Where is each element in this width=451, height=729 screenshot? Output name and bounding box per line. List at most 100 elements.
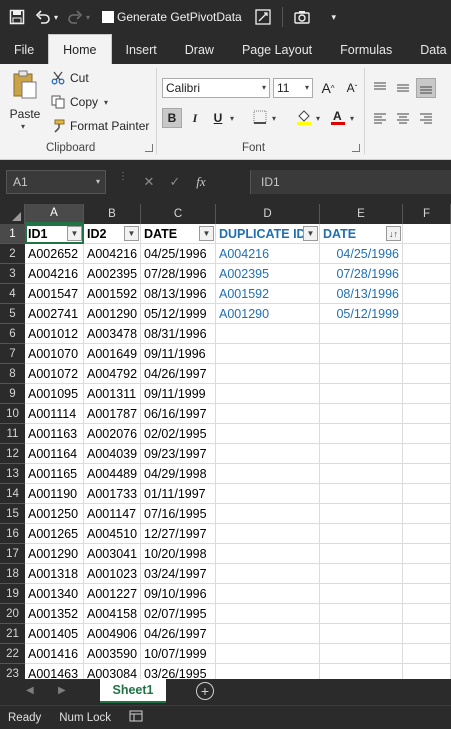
row-header[interactable]: 13 [0, 464, 25, 484]
cell-b[interactable]: A001649 [84, 344, 141, 364]
row-header[interactable]: 7 [0, 344, 25, 364]
cell-d[interactable] [216, 644, 320, 664]
tab-file[interactable]: File [0, 36, 48, 64]
cell-f[interactable] [403, 644, 451, 664]
row-header[interactable]: 5 [0, 304, 25, 324]
filter-dropdown-icon[interactable]: ▼ [124, 226, 139, 241]
cell-e[interactable] [320, 484, 403, 504]
cell-c[interactable]: 12/27/1997 [141, 524, 216, 544]
cell-a[interactable]: A001012 [25, 324, 84, 344]
cell-f[interactable] [403, 604, 451, 624]
cell-e[interactable] [320, 364, 403, 384]
cell-a[interactable]: A001290 [25, 544, 84, 564]
cell-f[interactable] [403, 364, 451, 384]
row-header[interactable]: 3 [0, 264, 25, 284]
cell-e[interactable] [320, 544, 403, 564]
row-header[interactable]: 18 [0, 564, 25, 584]
row-header[interactable]: 12 [0, 444, 25, 464]
cell-e[interactable] [320, 524, 403, 544]
column-header-f[interactable]: F [403, 204, 451, 224]
cell-e[interactable] [320, 384, 403, 404]
sheet-tab-sheet1[interactable]: Sheet1 [100, 679, 166, 703]
increase-font-size-button[interactable]: A ^ [318, 78, 338, 98]
cell-f[interactable] [403, 624, 451, 644]
cell-f[interactable] [403, 304, 451, 324]
generate-getpivotdata-checkbox[interactable] [102, 11, 114, 23]
cell-f[interactable] [403, 504, 451, 524]
undo-icon[interactable] [34, 6, 52, 28]
formula-input[interactable]: ID1 [250, 170, 451, 194]
scroll-sheets-right-icon[interactable]: ▶ [58, 685, 66, 696]
cell-a[interactable]: A001547 [25, 284, 84, 304]
cell-d[interactable] [216, 484, 320, 504]
cell-d[interactable] [216, 444, 320, 464]
row-header[interactable]: 17 [0, 544, 25, 564]
cell-a[interactable]: A001072 [25, 364, 84, 384]
cell-e1[interactable]: DATE ↓↑ [320, 224, 403, 244]
cell-f[interactable] [403, 544, 451, 564]
cell-d[interactable]: A002395 [216, 264, 320, 284]
cell-d[interactable] [216, 544, 320, 564]
cut-button[interactable]: Cut [50, 70, 89, 86]
cell-c[interactable]: 10/07/1999 [141, 644, 216, 664]
cell-b[interactable]: A003590 [84, 644, 141, 664]
cell-f[interactable] [403, 324, 451, 344]
cell-b[interactable]: A001290 [84, 304, 141, 324]
underline-button[interactable]: U [208, 108, 228, 128]
cell-e[interactable]: 05/12/1999 [320, 304, 403, 324]
cell-d[interactable] [216, 664, 320, 679]
column-header-d[interactable]: D [216, 204, 320, 224]
cell-d[interactable] [216, 404, 320, 424]
copy-button[interactable]: Copy ▾ [50, 94, 108, 110]
row-header[interactable]: 9 [0, 384, 25, 404]
cell-c[interactable]: 04/26/1997 [141, 364, 216, 384]
column-header-e[interactable]: E [320, 204, 403, 224]
row-header[interactable]: 2 [0, 244, 25, 264]
align-top-button[interactable] [370, 78, 390, 98]
cell-e[interactable] [320, 624, 403, 644]
row-header[interactable]: 20 [0, 604, 25, 624]
cell-c[interactable]: 04/26/1997 [141, 624, 216, 644]
cell-d[interactable]: A001592 [216, 284, 320, 304]
cell-e[interactable]: 08/13/1996 [320, 284, 403, 304]
cell-a[interactable]: A001340 [25, 584, 84, 604]
tab-home[interactable]: Home [48, 34, 112, 64]
cell-a[interactable]: A001190 [25, 484, 84, 504]
font-color-dropdown-icon[interactable]: ▾ [350, 114, 354, 123]
cell-e[interactable] [320, 564, 403, 584]
cell-d[interactable] [216, 424, 320, 444]
cell-f[interactable] [403, 664, 451, 679]
font-size-combo[interactable]: 11 ▾ [273, 78, 313, 98]
cell-f[interactable] [403, 384, 451, 404]
cell-e[interactable] [320, 404, 403, 424]
copy-dropdown-icon[interactable]: ▾ [104, 98, 108, 107]
cell-a[interactable]: A001165 [25, 464, 84, 484]
row-header[interactable]: 15 [0, 504, 25, 524]
cell-f[interactable] [403, 404, 451, 424]
cell-b[interactable]: A001733 [84, 484, 141, 504]
cell-a[interactable]: A001405 [25, 624, 84, 644]
pivot-icon[interactable] [252, 6, 274, 28]
cell-a[interactable]: A001416 [25, 644, 84, 664]
cell-f[interactable] [403, 264, 451, 284]
italic-button[interactable]: I [185, 108, 205, 128]
row-header[interactable]: 14 [0, 484, 25, 504]
cell-a[interactable]: A004216 [25, 264, 84, 284]
row-header[interactable]: 19 [0, 584, 25, 604]
cell-a[interactable]: A001352 [25, 604, 84, 624]
cell-a[interactable]: A001164 [25, 444, 84, 464]
cell-b[interactable]: A004489 [84, 464, 141, 484]
cell-c[interactable]: 04/29/1998 [141, 464, 216, 484]
cell-c[interactable]: 08/13/1996 [141, 284, 216, 304]
cell-a[interactable]: A001463 [25, 664, 84, 679]
cell-f[interactable] [403, 344, 451, 364]
cell-e[interactable] [320, 604, 403, 624]
row-header[interactable]: 22 [0, 644, 25, 664]
tab-data[interactable]: Data [406, 36, 451, 64]
underline-dropdown-icon[interactable]: ▾ [230, 114, 234, 123]
enter-icon[interactable]: ✓ [162, 174, 188, 190]
cell-a[interactable]: A001250 [25, 504, 84, 524]
tab-draw[interactable]: Draw [171, 36, 228, 64]
cell-d[interactable] [216, 504, 320, 524]
tab-insert[interactable]: Insert [112, 36, 171, 64]
